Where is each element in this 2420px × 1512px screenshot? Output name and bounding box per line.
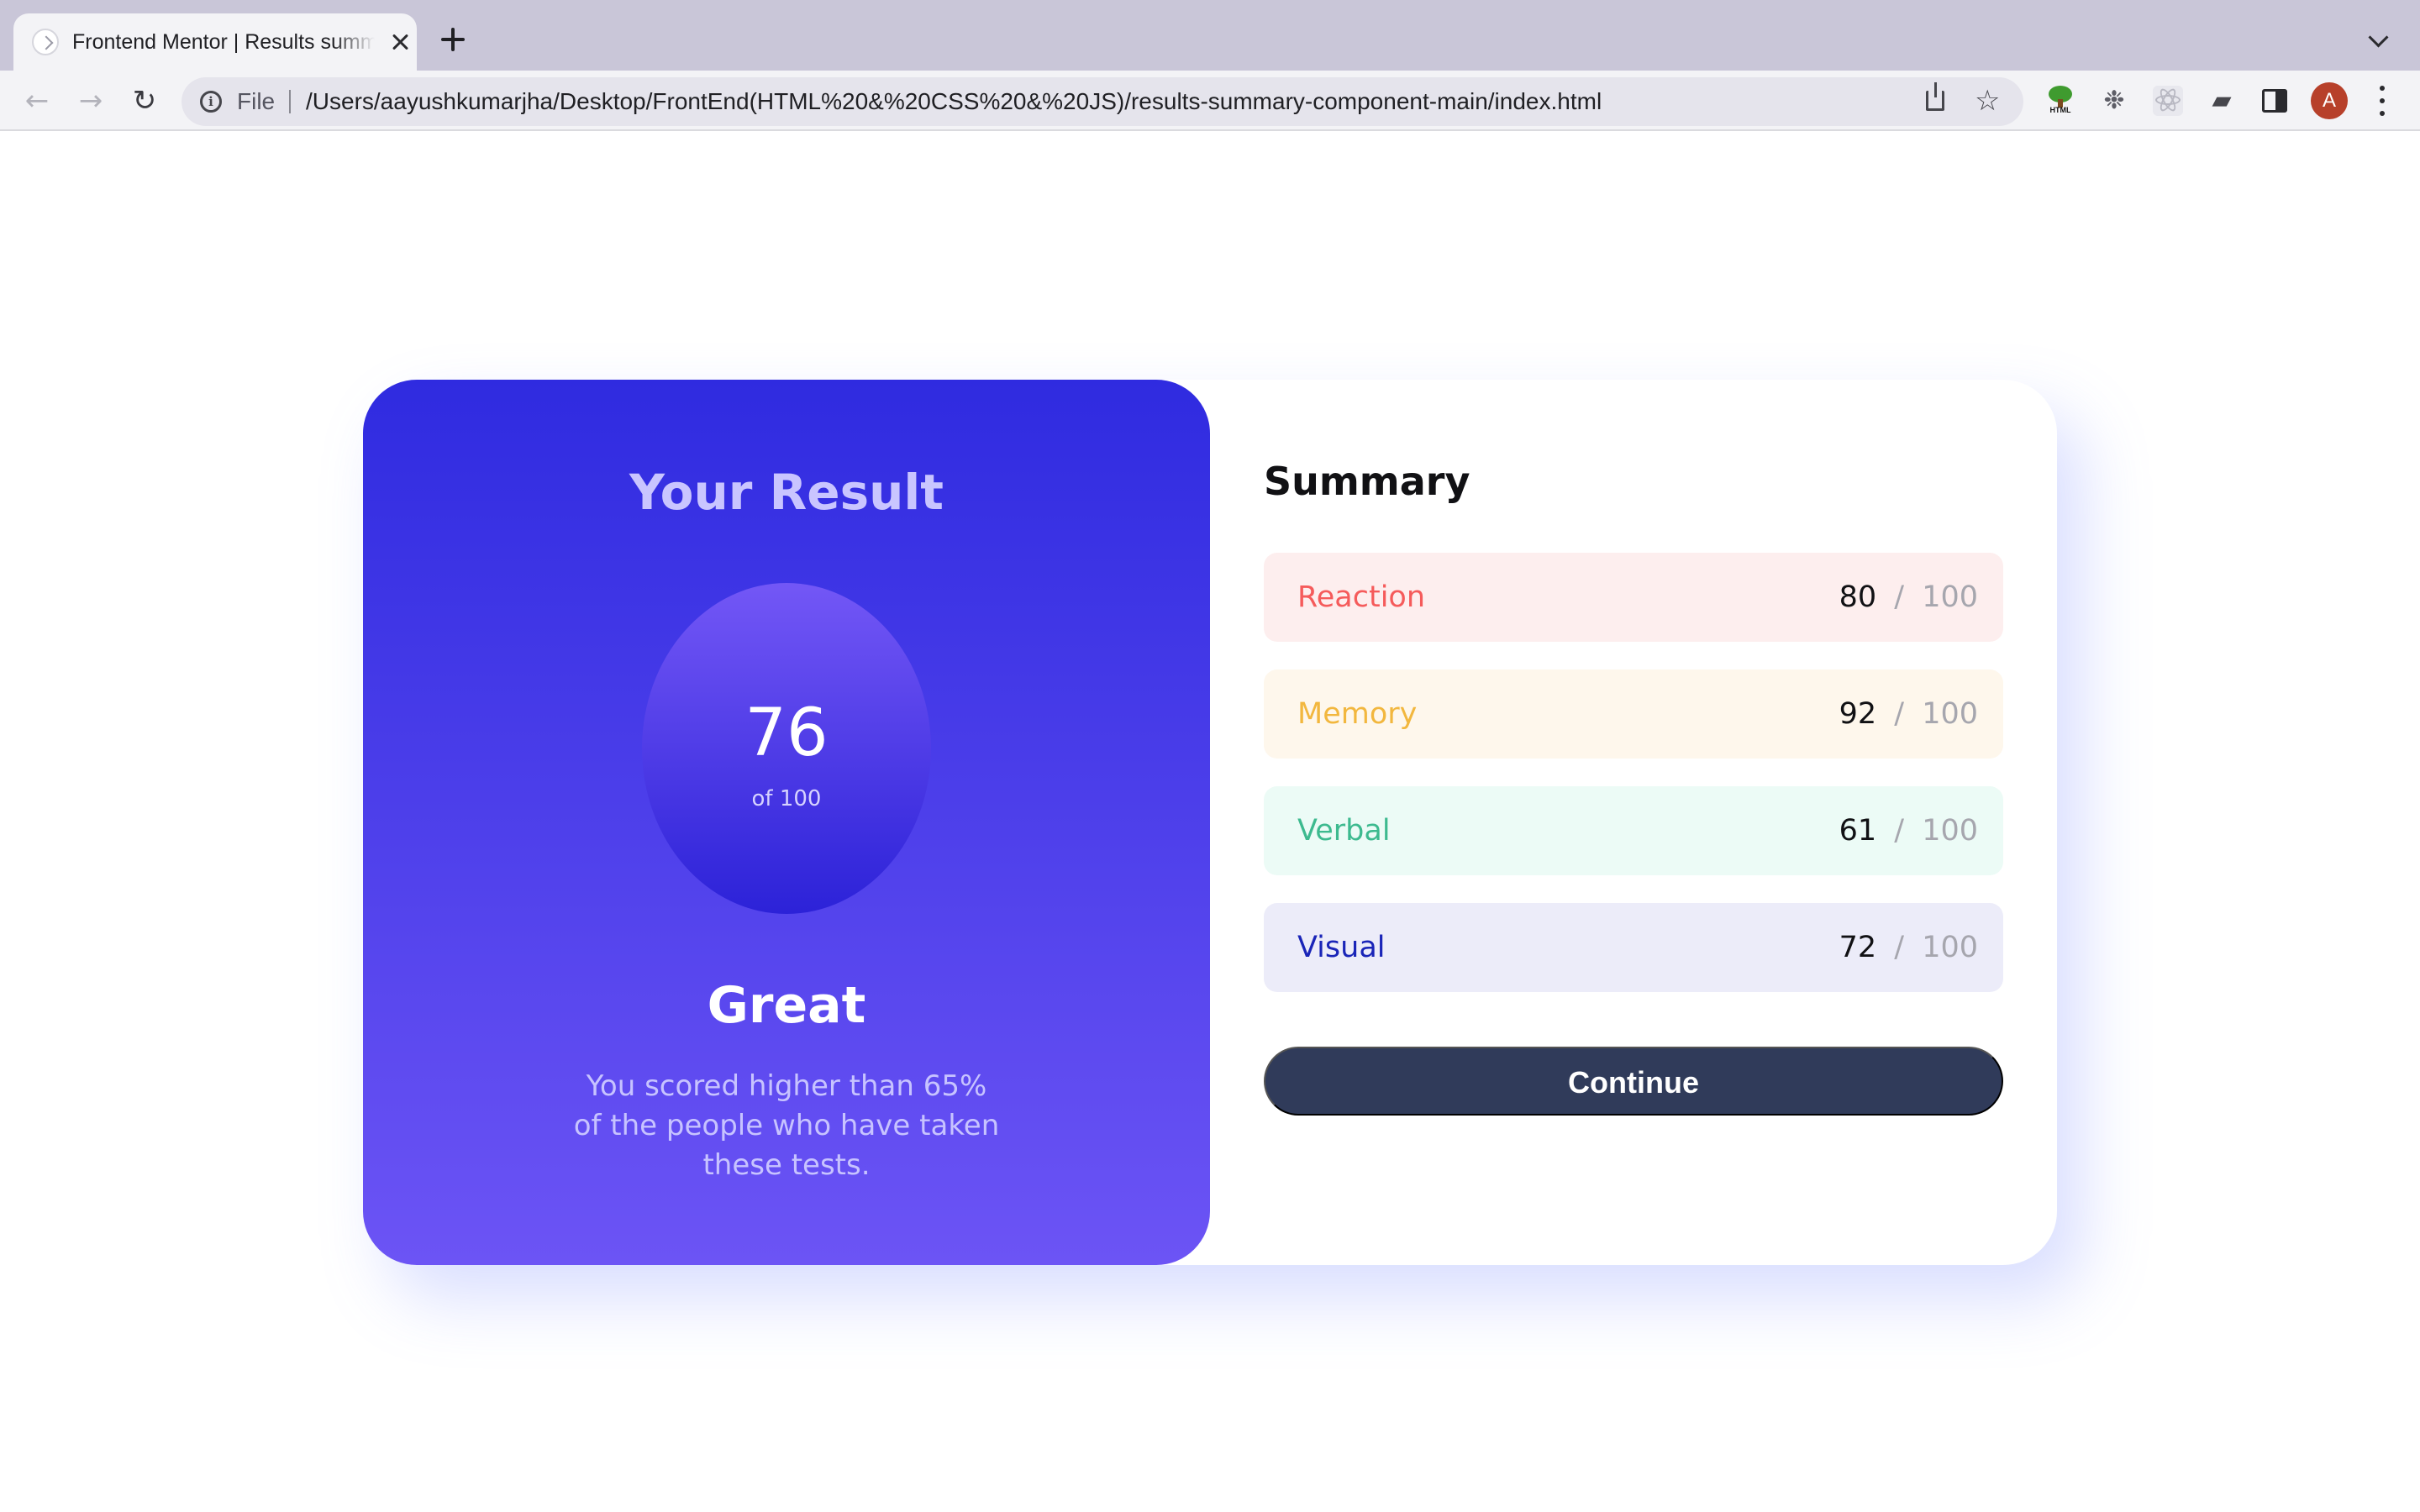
- active-tab[interactable]: Frontend Mentor | Results summary compon…: [13, 13, 417, 71]
- score-out-of: of 100: [751, 786, 822, 811]
- url-text[interactable]: /Users/aayushkumarjha/Desktop/FrontEnd(H…: [306, 77, 1602, 126]
- react-devtools-icon[interactable]: [2153, 86, 2183, 116]
- extensions-puzzle-icon[interactable]: ▰: [2207, 86, 2237, 116]
- html-tree-extension-icon[interactable]: HTML: [2045, 86, 2075, 116]
- summary-item-score: 92 / 100: [1839, 669, 1978, 759]
- extension-label: HTML: [2049, 106, 2071, 114]
- summary-item-label: Visual: [1297, 931, 1386, 964]
- score-max: 100: [1922, 580, 1978, 614]
- summary-heading: Summary: [1264, 459, 1470, 504]
- reload-icon[interactable]: ↻: [126, 82, 163, 119]
- summary-item-label: Verbal: [1297, 814, 1391, 848]
- tab-search-chevron-icon[interactable]: [2370, 32, 2386, 49]
- results-card: Your Result 76 of 100 Great You scored h…: [363, 380, 2057, 1265]
- browser-toolbar: ← → ↻ i File /Users/aayushkumarjha/Deskt…: [0, 71, 2420, 131]
- score-value: 80: [1839, 580, 1877, 614]
- bug-extension-icon[interactable]: ❉: [2099, 86, 2129, 116]
- result-description: You scored higher than 65% of the people…: [573, 1069, 1000, 1182]
- tab-strip: Frontend Mentor | Results summary compon…: [0, 0, 2420, 71]
- score-separator: /: [1894, 931, 1905, 964]
- share-icon[interactable]: [1926, 82, 1944, 111]
- summary-item-visual: Visual 72 / 100: [1264, 903, 2003, 992]
- score-separator: /: [1894, 697, 1905, 731]
- back-arrow-icon[interactable]: ←: [18, 82, 55, 119]
- score-separator: /: [1894, 814, 1905, 848]
- score-max: 100: [1922, 931, 1978, 964]
- result-heading: Your Result: [629, 464, 944, 521]
- result-grade: Great: [707, 976, 866, 1035]
- score-circle: 76 of 100: [642, 583, 931, 914]
- summary-item-verbal: Verbal 61 / 100: [1264, 786, 2003, 875]
- site-favicon-icon: [32, 29, 59, 55]
- new-tab-icon[interactable]: [440, 27, 466, 52]
- more-menu-icon[interactable]: [2376, 86, 2388, 116]
- score-max: 100: [1922, 697, 1978, 731]
- summary-item-reaction: Reaction 80 / 100: [1264, 553, 2003, 642]
- info-icon[interactable]: i: [200, 91, 222, 113]
- address-divider: [289, 90, 291, 113]
- continue-button[interactable]: Continue: [1264, 1047, 2003, 1116]
- summary-panel: Summary Reaction 80 / 100 Memory 92 / 10…: [1210, 380, 2057, 1265]
- close-tab-icon[interactable]: [388, 30, 412, 54]
- tab-title: Frontend Mentor | Results summary compon…: [72, 30, 375, 54]
- bookmark-star-icon[interactable]: ☆: [1975, 82, 2000, 119]
- summary-item-label: Memory: [1297, 697, 1418, 731]
- scheme-label: File: [237, 88, 276, 114]
- forward-arrow-icon[interactable]: →: [72, 82, 109, 119]
- score-max: 100: [1922, 814, 1978, 848]
- score-separator: /: [1894, 580, 1905, 614]
- side-panel-icon[interactable]: [2262, 89, 2287, 113]
- summary-item-memory: Memory 92 / 100: [1264, 669, 2003, 759]
- score-value: 72: [1839, 931, 1877, 964]
- address-bar[interactable]: i File /Users/aayushkumarjha/Desktop/Fro…: [182, 77, 2023, 126]
- score-value: 92: [1839, 697, 1877, 731]
- profile-avatar[interactable]: A: [2311, 82, 2348, 119]
- summary-item-score: 72 / 100: [1839, 903, 1978, 992]
- result-panel: Your Result 76 of 100 Great You scored h…: [363, 380, 1210, 1265]
- score-value: 61: [1839, 814, 1877, 848]
- summary-item-score: 61 / 100: [1839, 786, 1978, 875]
- summary-item-score: 80 / 100: [1839, 553, 1978, 642]
- summary-item-label: Reaction: [1297, 580, 1426, 614]
- score-value: 76: [744, 696, 829, 771]
